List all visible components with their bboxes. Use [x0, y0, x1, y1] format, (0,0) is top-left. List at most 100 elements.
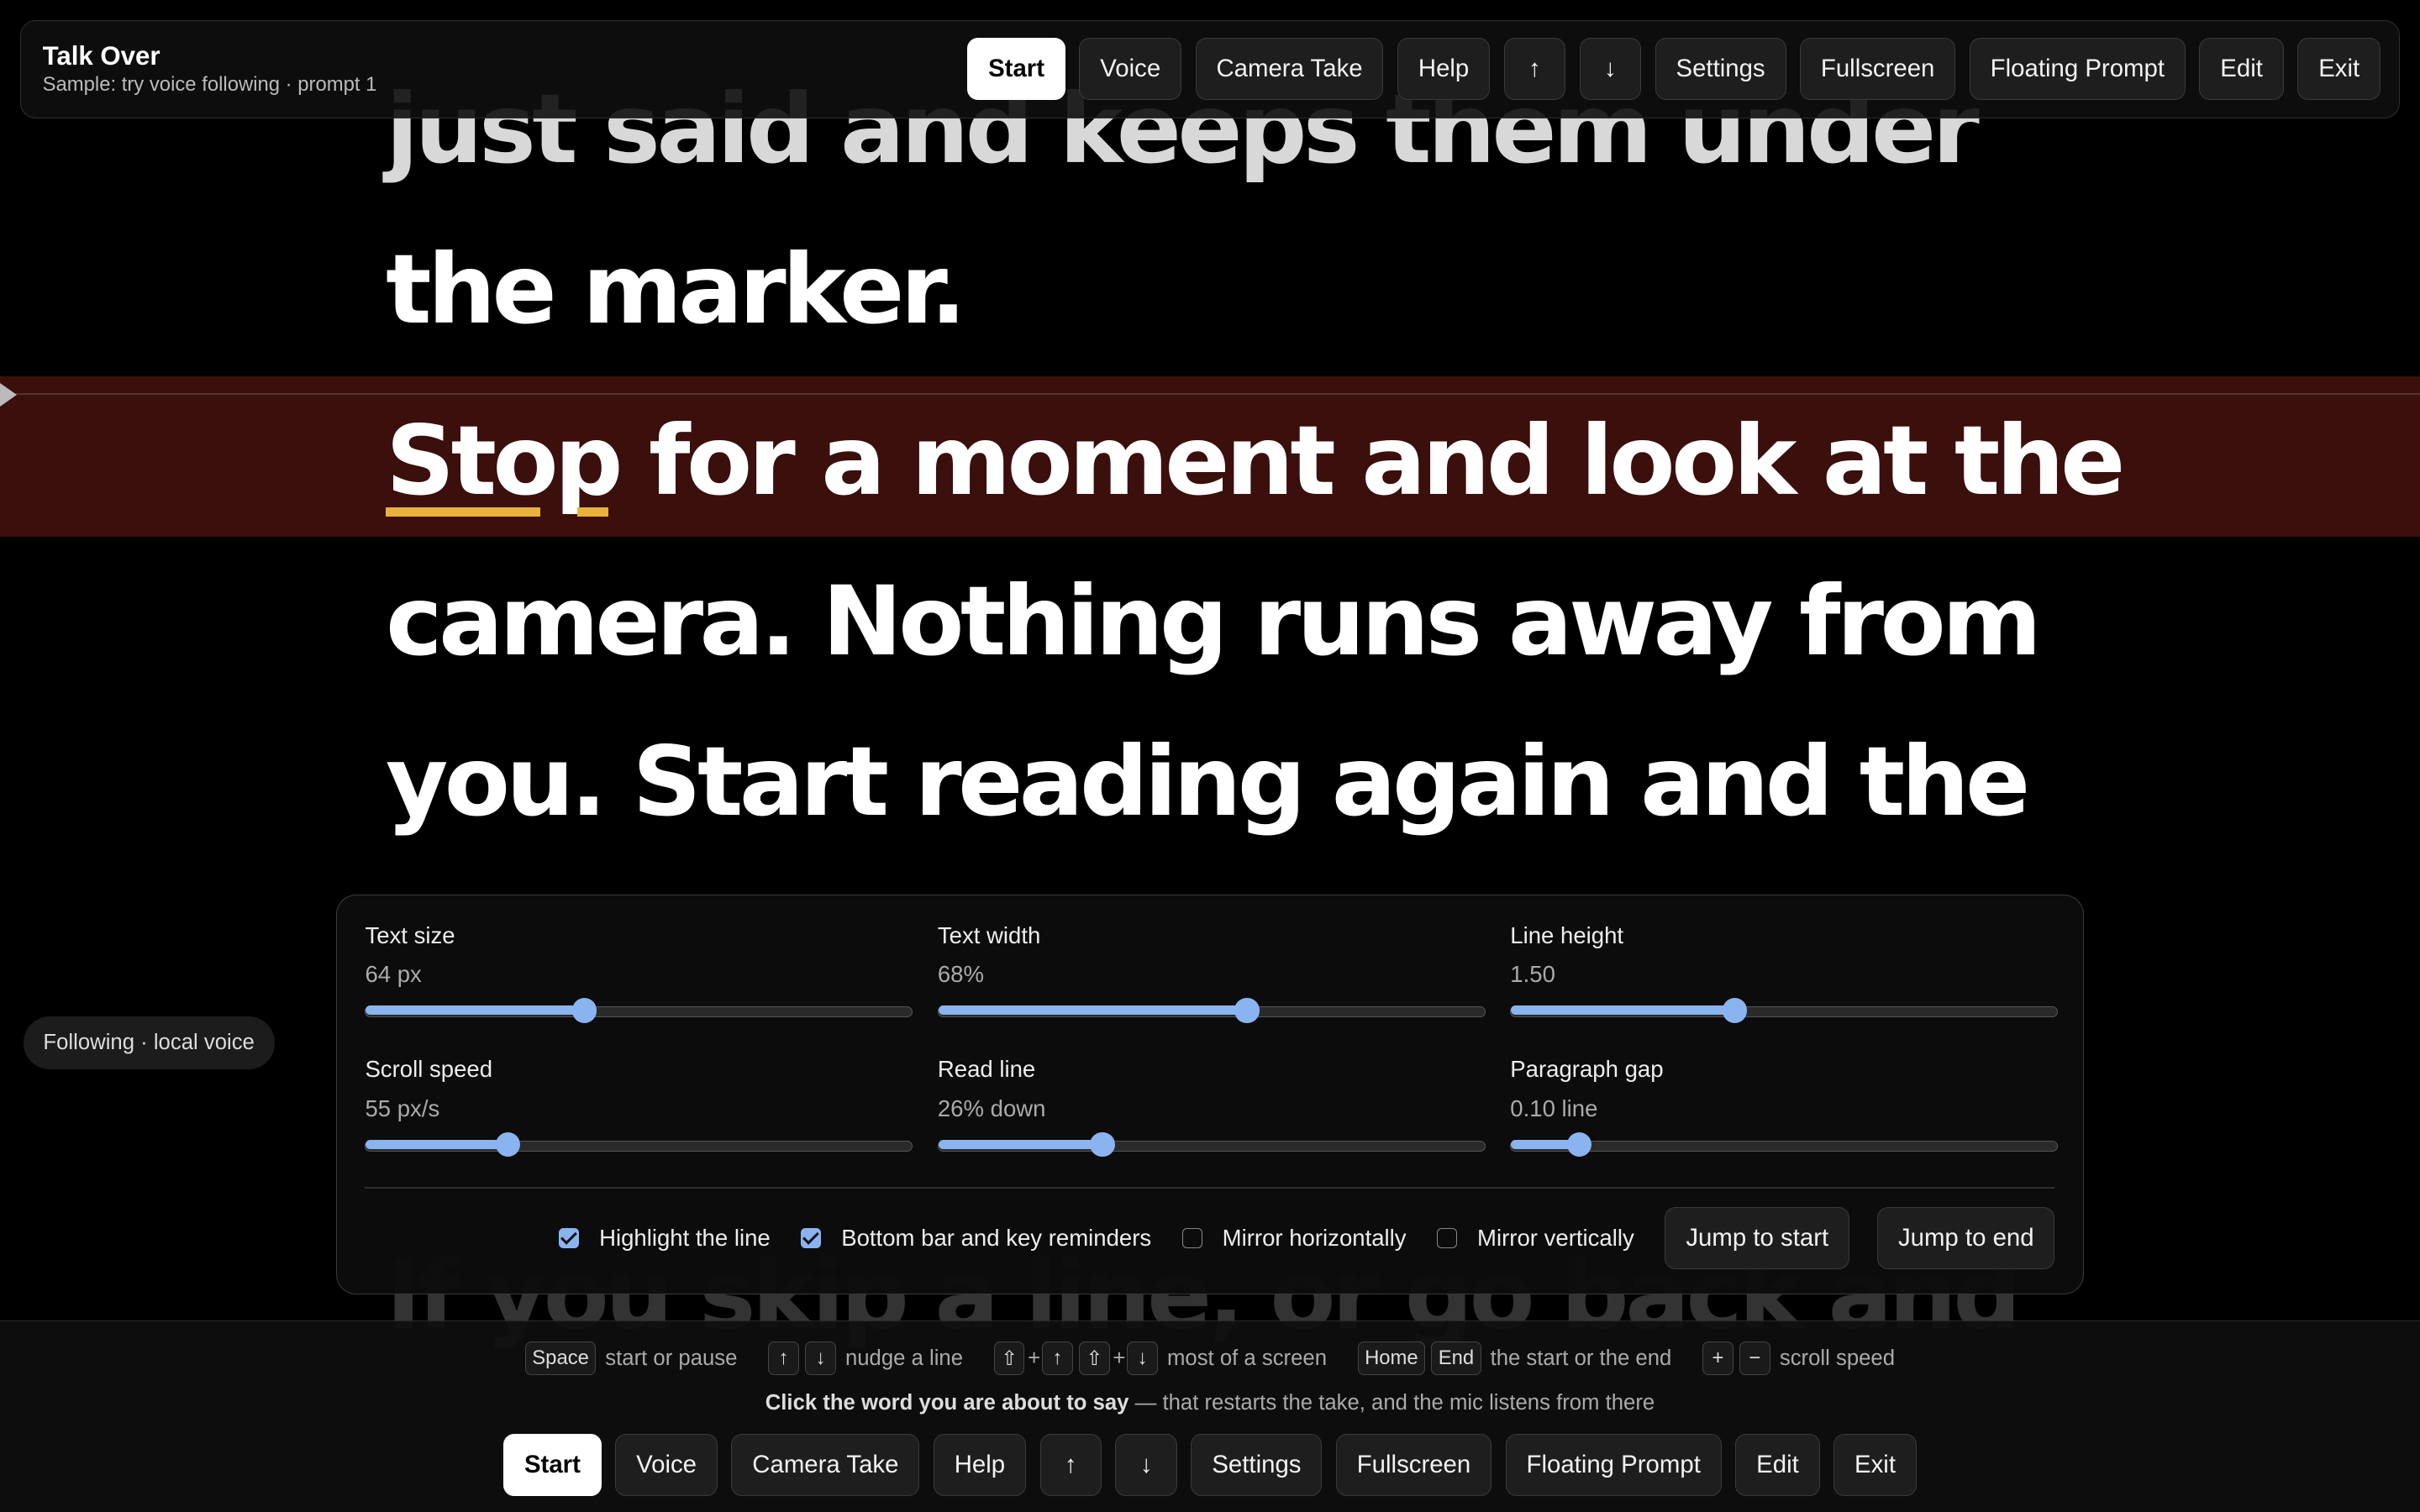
panel-divider	[365, 1187, 2055, 1189]
arrow-down-key-icon: ↓	[1127, 1341, 1158, 1376]
voice-button[interactable]: Voice	[615, 1434, 718, 1496]
mirror-horizontally-checkbox[interactable]: Mirror horizontally	[1181, 1225, 1407, 1252]
read-line-control: Read line 26% down	[937, 1056, 1486, 1158]
highlight-line-checkbox[interactable]: Highlight the line	[559, 1225, 771, 1252]
camera-take-button[interactable]: Camera Take	[731, 1434, 920, 1496]
slider-fill	[938, 1140, 1102, 1150]
edit-button[interactable]: Edit	[2199, 38, 2284, 100]
nudge-down-button[interactable]: ↓	[1579, 38, 1642, 100]
slider-fill	[366, 1005, 585, 1016]
edit-button[interactable]: Edit	[1735, 1434, 1820, 1496]
text-width-slider[interactable]	[937, 998, 1486, 1023]
slider-thumb[interactable]	[571, 998, 597, 1023]
key-plus: +	[1113, 1346, 1126, 1370]
help-button[interactable]: Help	[933, 1434, 1026, 1496]
checkbox-label: Mirror vertically	[1477, 1225, 1634, 1251]
arrow-up-icon: ↑	[1528, 54, 1541, 82]
key-desc: most of a screen	[1167, 1346, 1327, 1370]
nudge-up-button[interactable]: ↑	[1039, 1434, 1102, 1496]
click-word-hint: Click the word you are about to say — th…	[0, 1391, 2420, 1415]
toolbar-buttons: Start Voice Camera Take Help ↑ ↓ Setting…	[967, 38, 2381, 100]
key-desc: start or pause	[605, 1346, 738, 1370]
plus-key-icon: +	[1702, 1341, 1733, 1376]
slider-thumb[interactable]	[1090, 1132, 1115, 1158]
read-line-marker-icon	[0, 382, 17, 407]
script-line-current[interactable]: Stop for a moment and look at the	[386, 400, 2125, 523]
start-button[interactable]: Start	[967, 38, 1065, 100]
text-size-control: Text size 64 px	[365, 921, 913, 1023]
arrow-down-key-icon: ↓	[805, 1341, 836, 1376]
checkbox-box[interactable]	[801, 1228, 822, 1248]
paragraph-gap-label: Paragraph gap	[1510, 1056, 1664, 1083]
settings-panel: Text size 64 px Text width 68% Line heig…	[336, 895, 2084, 1294]
hint-rest: — that restarts the take, and the mic li…	[1128, 1390, 1655, 1415]
exit-button[interactable]: Exit	[2297, 38, 2381, 100]
text-size-slider[interactable]	[365, 998, 913, 1023]
fullscreen-button[interactable]: Fullscreen	[1800, 38, 1956, 100]
text-size-label: Text size	[365, 921, 455, 948]
script-line[interactable]: camera. Nothing runs away from	[386, 560, 2083, 684]
checkbox-box[interactable]	[1437, 1228, 1458, 1248]
home-key: Home	[1357, 1341, 1426, 1376]
camera-take-button[interactable]: Camera Take	[1195, 38, 1384, 100]
mirror-vertically-checkbox[interactable]: Mirror vertically	[1437, 1225, 1634, 1252]
key-plus: +	[1028, 1346, 1041, 1370]
nudge-down-button[interactable]: ↓	[1115, 1434, 1177, 1496]
read-line-slider[interactable]	[937, 1132, 1486, 1158]
read-line-label: Read line	[937, 1056, 1036, 1083]
script-line-rest[interactable]: for a moment and look at the	[649, 405, 2125, 517]
read-line-value: 26% down	[937, 1095, 1046, 1121]
space-key: Space	[524, 1341, 597, 1376]
bottom-toolbar-buttons: Start Voice Camera Take Help ↑ ↓ Setting…	[0, 1434, 2420, 1496]
paragraph-gap-slider[interactable]	[1510, 1132, 2059, 1158]
checkbox-label: Bottom bar and key reminders	[841, 1225, 1152, 1251]
checkbox-box[interactable]	[1181, 1228, 1202, 1248]
voice-button[interactable]: Voice	[1079, 38, 1182, 100]
paragraph-gap-control: Paragraph gap 0.10 line	[1510, 1056, 2059, 1158]
slider-thumb[interactable]	[495, 1132, 521, 1158]
fullscreen-button[interactable]: Fullscreen	[1335, 1434, 1492, 1496]
text-width-control: Text width 68%	[937, 921, 1486, 1023]
line-height-value: 1.50	[1510, 961, 1555, 988]
app-title: Talk Over	[42, 40, 160, 71]
read-line-rule	[0, 393, 2420, 396]
settings-button[interactable]: Settings	[1191, 1434, 1323, 1496]
bottom-bar: Space start or pause ↑ ↓ nudge a line ⇧ +…	[0, 1320, 2420, 1512]
key-desc: nudge a line	[844, 1346, 964, 1370]
bottom-bar-checkbox[interactable]: Bottom bar and key reminders	[801, 1225, 1151, 1252]
settings-button[interactable]: Settings	[1655, 38, 1786, 100]
key-reminders: Space start or pause ↑ ↓ nudge a line ⇧ +…	[0, 1341, 2420, 1376]
script-line[interactable]: the marker.	[386, 228, 2083, 352]
nudge-up-button[interactable]: ↑	[1503, 38, 1566, 100]
key-desc: the start or the end	[1490, 1346, 1672, 1370]
floating-prompt-button[interactable]: Floating Prompt	[1505, 1434, 1722, 1496]
arrow-down-icon: ↓	[1604, 54, 1617, 82]
checkbox-box[interactable]	[559, 1228, 580, 1248]
checkbox-label: Mirror horizontally	[1222, 1225, 1407, 1251]
exit-button[interactable]: Exit	[1833, 1434, 1917, 1496]
line-height-label: Line height	[1510, 921, 1624, 948]
arrow-down-icon: ↓	[1139, 1451, 1153, 1478]
script-line[interactable]: you. Start reading again and the	[386, 721, 2083, 844]
line-height-slider[interactable]	[1510, 998, 2059, 1023]
line-height-control: Line height 1.50	[1510, 921, 2059, 1023]
paragraph-gap-value: 0.10 line	[1510, 1095, 1598, 1121]
top-toolbar: Talk Over Sample: try voice following · …	[19, 19, 2401, 119]
hint-bold: Click the word you are about to say	[765, 1390, 1129, 1415]
current-word[interactable]: Stop	[386, 400, 623, 523]
shift-key-icon: ⇧	[1079, 1341, 1110, 1376]
text-width-label: Text width	[937, 921, 1041, 948]
slider-thumb[interactable]	[1723, 998, 1748, 1023]
scroll-speed-value: 55 px/s	[365, 1095, 440, 1121]
word-progress-underline	[386, 507, 540, 517]
scroll-speed-slider[interactable]	[365, 1132, 913, 1158]
start-button[interactable]: Start	[503, 1434, 602, 1496]
jump-to-start-button[interactable]: Jump to start	[1665, 1207, 1850, 1269]
slider-fill	[938, 1005, 1248, 1016]
help-button[interactable]: Help	[1397, 38, 1491, 100]
scroll-speed-control: Scroll speed 55 px/s	[365, 1056, 913, 1158]
floating-prompt-button[interactable]: Floating Prompt	[1969, 38, 2186, 100]
slider-thumb[interactable]	[1234, 998, 1260, 1023]
jump-to-end-button[interactable]: Jump to end	[1877, 1207, 2055, 1269]
slider-thumb[interactable]	[1566, 1132, 1592, 1158]
